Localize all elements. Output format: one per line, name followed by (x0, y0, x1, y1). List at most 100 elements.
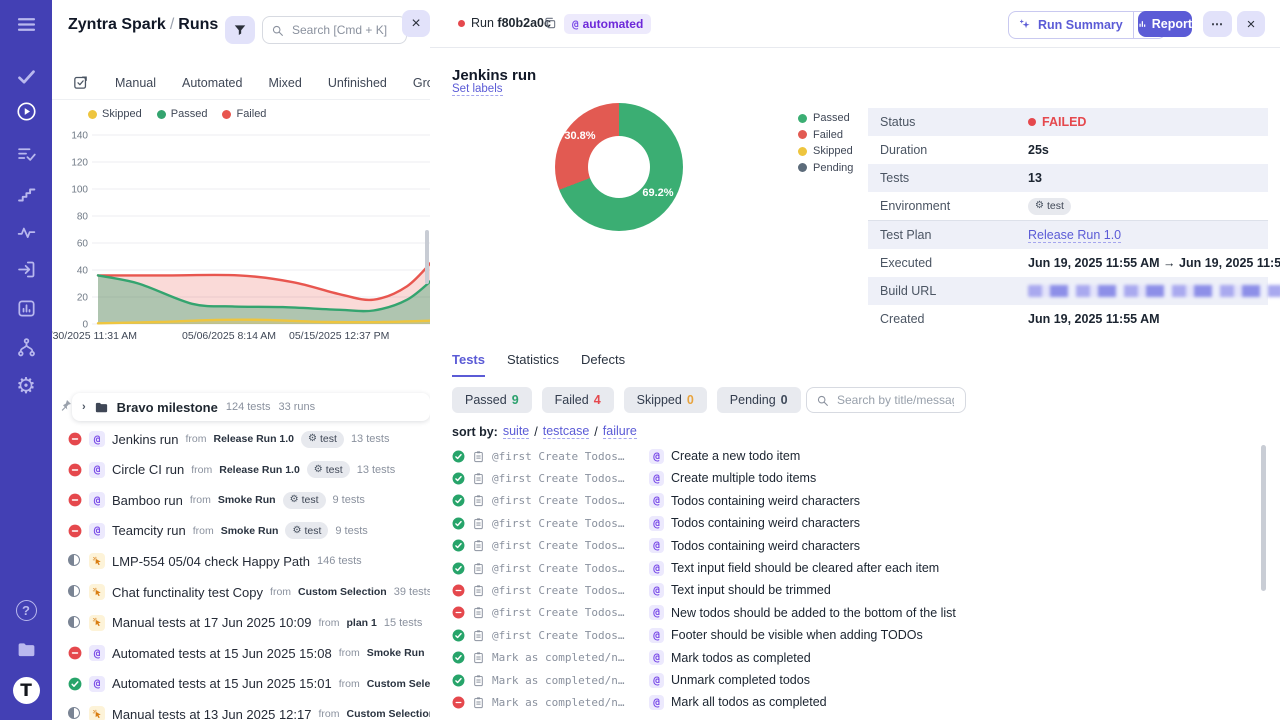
tab-statistics[interactable]: Statistics (507, 352, 559, 377)
test-row[interactable]: @first Create Todos…@Create a new todo i… (452, 445, 1262, 467)
test-title: Create a new todo item (671, 449, 800, 463)
test-row[interactable]: @first Create Todos…@Todos containing we… (452, 490, 1262, 512)
test-row[interactable]: @first Create Todos…@Footer should be vi… (452, 624, 1262, 646)
runs-search[interactable] (262, 16, 407, 44)
environment-badge: ⚙test (283, 492, 326, 509)
filter-passed[interactable]: Passed9 (452, 387, 532, 413)
close-run-button[interactable]: × (1237, 11, 1265, 37)
donut-legend-skipped[interactable]: Skipped (798, 145, 853, 157)
run-list-item[interactable]: LMP-554 05/04 check Happy Path146 tests (68, 546, 431, 576)
automated-badge[interactable]: @automated (564, 14, 651, 34)
runs-tab-mixed[interactable]: Mixed (268, 76, 301, 90)
test-suite-name: @first Create Todos… (492, 539, 642, 552)
sidebar-milestones-icon[interactable] (0, 183, 52, 204)
runs-tab-automated[interactable]: Automated (182, 76, 242, 90)
left-panel-scrollbar[interactable] (425, 230, 429, 284)
sidebar-tests-icon[interactable] (0, 66, 52, 87)
sidebar-logo[interactable]: T (0, 677, 52, 704)
run-list-item[interactable]: @Bamboo runfromSmoke Run⚙test9 tests (68, 485, 431, 515)
test-row[interactable]: @first Create Todos…@Text input field sh… (452, 557, 1262, 579)
environment-badge: ⚙test (1028, 198, 1071, 215)
run-list-item[interactable]: @Automated tests at 15 Jun 2025 15:01fro… (68, 669, 431, 699)
sidebar-test-plans-icon[interactable] (0, 144, 52, 165)
runs-tab-groups[interactable]: Groups (413, 76, 431, 90)
more-button[interactable]: ⋯ (1203, 11, 1232, 37)
tests-search-input[interactable] (835, 392, 956, 408)
run-list-item[interactable]: @Circle CI runfromRelease Run 1.0⚙test13… (68, 455, 431, 485)
legend-item-skipped[interactable]: Skipped (88, 108, 142, 120)
panel-close-button[interactable]: × (402, 10, 430, 37)
svg-text:60: 60 (77, 239, 89, 250)
run-list-item[interactable]: @Teamcity runfromSmoke Run⚙test9 tests (68, 516, 431, 546)
run-list-item[interactable]: @Jenkins runfromRelease Run 1.0⚙test13 t… (68, 424, 431, 454)
donut-passed-label: 69.2% (635, 187, 681, 199)
clipboard-icon (472, 450, 485, 463)
runs-search-input[interactable] (290, 22, 398, 38)
test-row[interactable]: @first Create Todos…@New todos should be… (452, 602, 1262, 624)
test-row[interactable]: @first Create Todos…@Todos containing we… (452, 535, 1262, 557)
run-list-item[interactable]: @Automated tests at 15 Jun 2025 15:08fro… (68, 638, 431, 668)
legend-item-failed[interactable]: Failed (222, 108, 266, 120)
run-list-item[interactable]: Chat functinality test CopyfromCustom Se… (68, 577, 431, 607)
sidebar-reports-icon[interactable] (0, 298, 52, 319)
chevron-right-icon[interactable]: › (82, 401, 86, 413)
run-item-title: Teamcity run (112, 523, 186, 538)
test-row[interactable]: @first Create Todos…@Todos containing we… (452, 512, 1262, 534)
sidebar-help-icon[interactable]: ? (0, 600, 52, 621)
sidebar-runs-icon[interactable] (0, 101, 52, 122)
tests-scrollbar[interactable] (1261, 445, 1266, 591)
search-icon (816, 394, 829, 407)
sort-by-failure[interactable]: failure (603, 424, 637, 439)
donut-legend-failed[interactable]: Failed (798, 129, 853, 141)
run-item-title: Circle CI run (112, 462, 184, 477)
filter-skipped[interactable]: Skipped0 (624, 387, 707, 413)
sidebar-settings-icon[interactable]: ⚙ (0, 375, 52, 397)
passed-icon (68, 677, 82, 691)
select-runs-icon[interactable] (72, 74, 89, 91)
tab-defects[interactable]: Defects (581, 352, 625, 377)
milestone-row[interactable]: › Bravo milestone 124 tests 33 runs (72, 393, 430, 421)
sort-by-suite[interactable]: suite (503, 424, 529, 439)
sidebar-analytics-icon[interactable] (0, 222, 52, 243)
passed-icon (452, 674, 465, 687)
sidebar-pulls-icon[interactable] (0, 259, 52, 280)
detail-label: Environment (868, 199, 1028, 213)
run-list-item[interactable]: Manual tests at 13 Jun 2025 12:17fromCus… (68, 699, 431, 720)
tab-tests[interactable]: Tests (452, 352, 485, 377)
set-labels-link[interactable]: Set labels (452, 83, 503, 96)
run-item-title: Bamboo run (112, 493, 183, 508)
copy-icon[interactable] (543, 16, 557, 35)
project-name[interactable]: Zyntra Spark (68, 16, 166, 33)
failed-icon (68, 493, 82, 507)
filter-failed[interactable]: Failed4 (542, 387, 614, 413)
test-suite-name: @first Create Todos… (492, 606, 642, 619)
runs-tab-manual[interactable]: Manual (115, 76, 156, 90)
donut-legend-passed[interactable]: Passed (798, 112, 853, 124)
tests-search[interactable] (806, 387, 966, 413)
clipboard-icon (472, 539, 485, 552)
run-result-donut-chart: 30.8% 69.2% (555, 103, 683, 231)
legend-item-passed[interactable]: Passed (157, 108, 208, 120)
test-row[interactable]: Mark as completed/n…@Mark all todos as c… (452, 691, 1262, 713)
filter-pending[interactable]: Pending0 (717, 387, 801, 413)
test-row[interactable]: Mark as completed/n…@Mark todos as compl… (452, 647, 1262, 669)
test-row[interactable]: Mark as completed/n…@Unmark completed to… (452, 669, 1262, 691)
filter-count: 9 (512, 393, 519, 407)
detail-row-duration: Duration25s (868, 136, 1268, 164)
detail-label: Tests (868, 171, 1028, 185)
run-list-item[interactable]: Manual tests at 17 Jun 2025 10:09frompla… (68, 608, 431, 638)
sidebar-projects-icon[interactable] (0, 639, 52, 660)
test-row[interactable]: @first Create Todos…@Create multiple tod… (452, 467, 1262, 489)
test-plan-link[interactable]: Release Run 1.0 (1028, 228, 1121, 243)
runs-tab-unfinished[interactable]: Unfinished (328, 76, 387, 90)
environment-badge: ⚙test (307, 461, 350, 478)
sort-by-testcase[interactable]: testcase (543, 424, 590, 439)
automated-run-icon: @ (649, 605, 664, 620)
sidebar-menu-icon[interactable] (0, 14, 52, 35)
x-axis-label: 04/30/2025 11:31 AM (52, 330, 137, 342)
test-row[interactable]: @first Create Todos…@Text input should b… (452, 579, 1262, 601)
donut-legend-pending[interactable]: Pending (798, 162, 853, 174)
report-button[interactable]: Report (1138, 11, 1192, 37)
filter-button[interactable] (225, 16, 255, 44)
sidebar-branches-icon[interactable] (0, 337, 52, 358)
